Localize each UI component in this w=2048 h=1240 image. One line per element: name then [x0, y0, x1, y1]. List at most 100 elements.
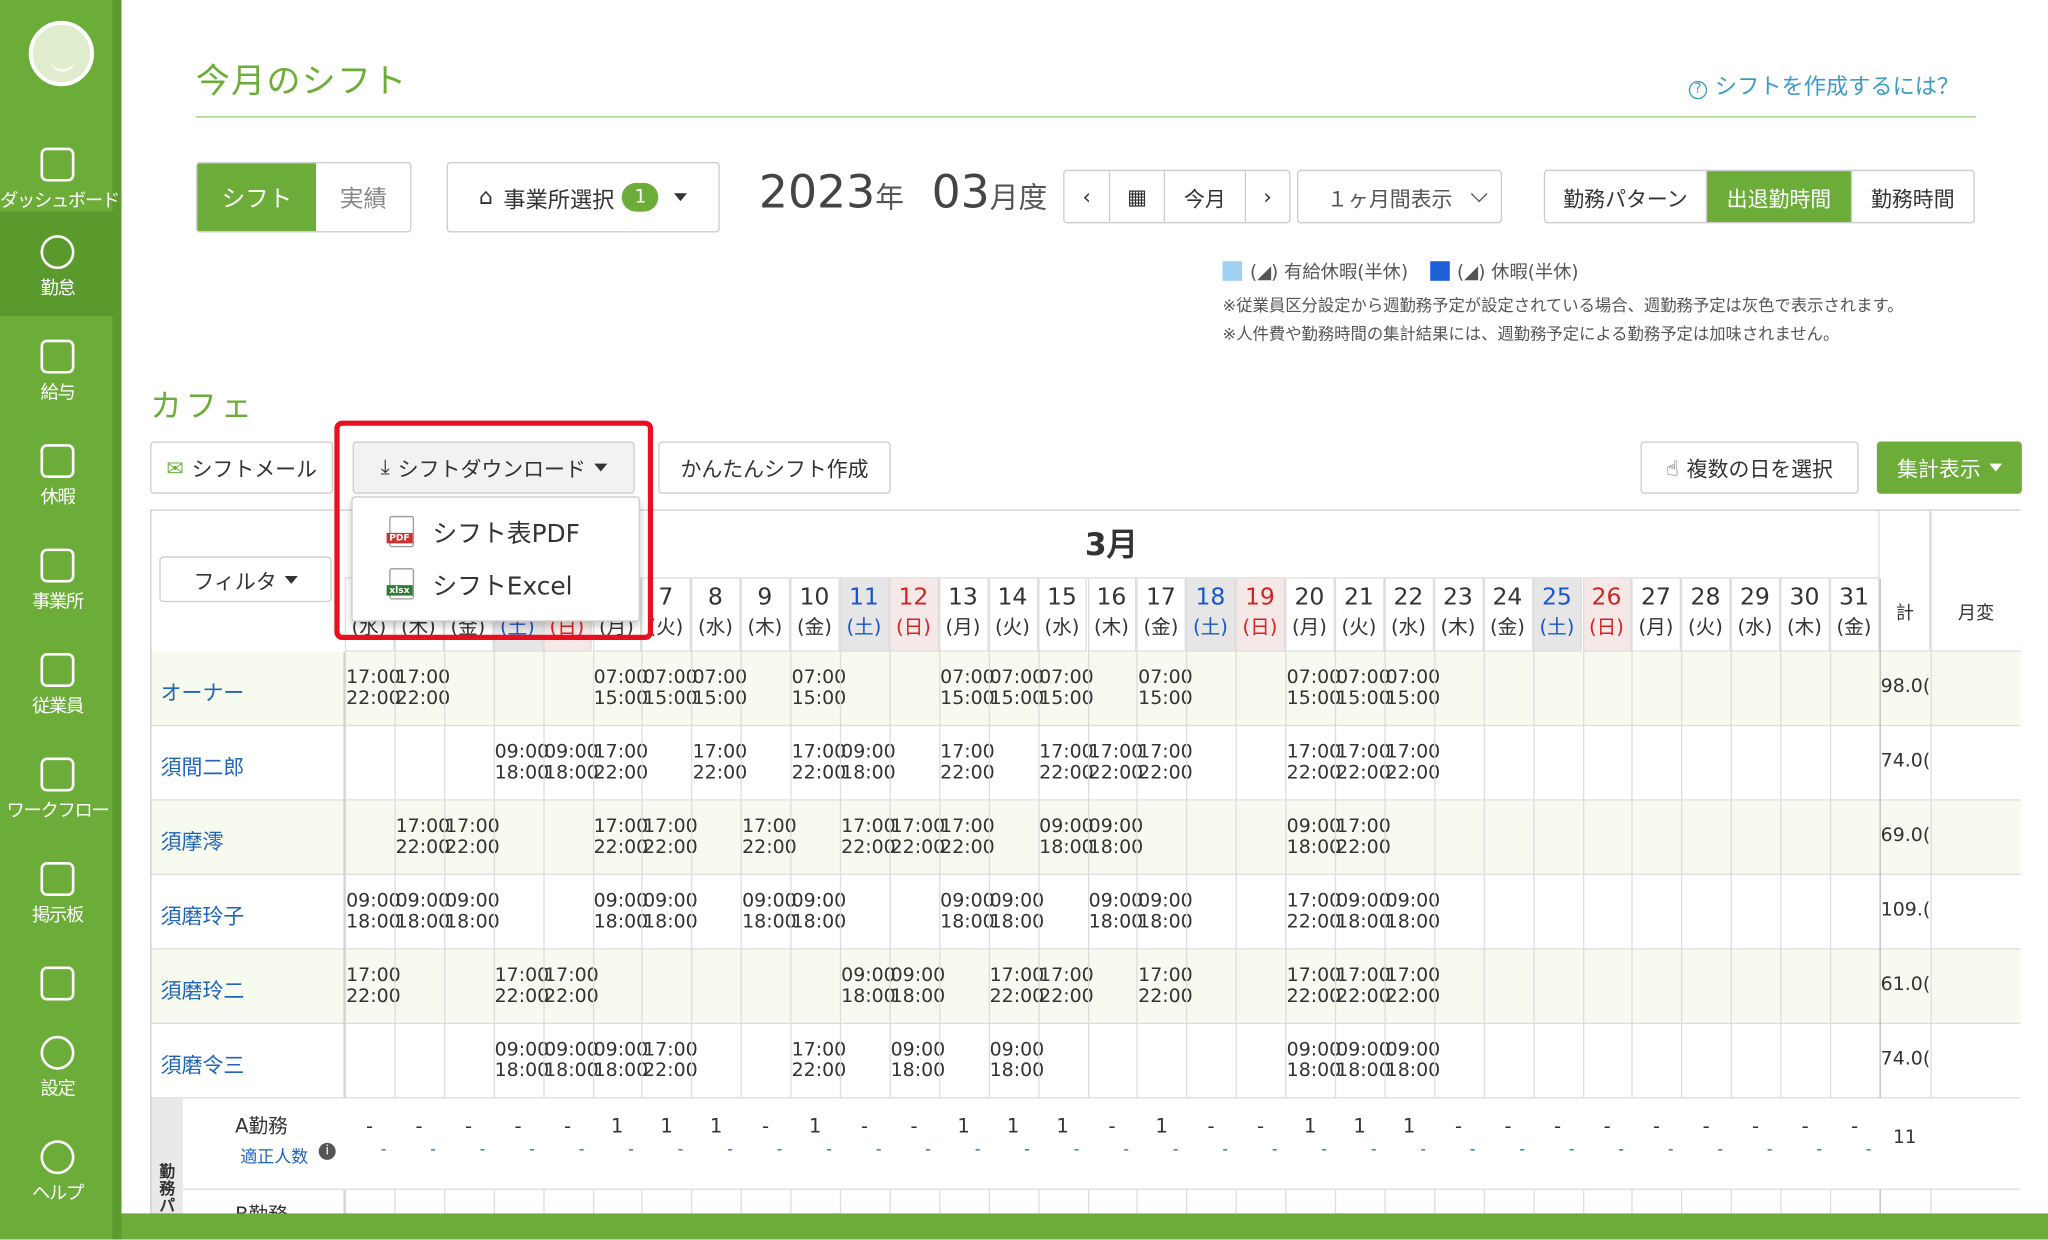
shift-cell[interactable]: 17:00 22:00 — [841, 816, 896, 858]
view-hours-button[interactable]: 勤務時間 — [1852, 171, 1973, 222]
shift-cell[interactable]: 17:00 22:00 — [445, 816, 500, 858]
shift-cell[interactable]: 17:00 22:00 — [396, 667, 451, 709]
tab-actual[interactable]: 実績 — [317, 163, 410, 231]
shift-cell[interactable]: 17:00 22:00 — [940, 816, 995, 858]
sidebar-item-7[interactable]: 掲示板 — [0, 839, 115, 943]
shift-cell[interactable]: 17:00 22:00 — [1386, 965, 1441, 1007]
shift-cell[interactable]: 17:00 22:00 — [643, 1040, 698, 1082]
shift-cell[interactable]: 09:00 18:00 — [1089, 891, 1144, 933]
employee-name-link[interactable]: 須磨令三 — [161, 1048, 245, 1079]
shift-cell[interactable]: 17:00 22:00 — [495, 965, 550, 1007]
shift-cell[interactable]: 09:00 18:00 — [1386, 1040, 1441, 1082]
shift-cell[interactable]: 07:00 15:00 — [940, 667, 995, 709]
office-select-button[interactable]: ⌂ 事業所選択 1 — [446, 161, 720, 233]
shift-cell[interactable]: 09:00 18:00 — [1138, 891, 1193, 933]
period-select[interactable]: １ヶ月間表示 — [1296, 169, 1503, 224]
user-avatar-icon[interactable] — [28, 20, 95, 87]
filter-button[interactable]: フィルタ — [159, 556, 332, 603]
shift-cell[interactable]: 09:00 18:00 — [1287, 816, 1342, 858]
shift-cell[interactable]: 09:00 18:00 — [1386, 891, 1441, 933]
shift-cell[interactable]: 17:00 22:00 — [693, 742, 748, 784]
sidebar-item-4[interactable]: 事業所 — [0, 525, 115, 629]
shift-cell[interactable]: 09:00 18:00 — [940, 891, 995, 933]
shift-cell[interactable]: 17:00 22:00 — [742, 816, 797, 858]
sidebar-item-10[interactable]: ヘルプ — [0, 1117, 115, 1221]
shift-cell[interactable]: 17:00 22:00 — [1138, 965, 1193, 1007]
next-month-button[interactable]: › — [1246, 171, 1289, 222]
employee-name-link[interactable]: 須磨玲二 — [161, 973, 245, 1004]
shift-cell[interactable]: 17:00 22:00 — [891, 816, 946, 858]
shift-cell[interactable]: 09:00 18:00 — [792, 891, 847, 933]
shift-cell[interactable]: 07:00 15:00 — [792, 667, 847, 709]
sidebar-item-6[interactable]: ワークフロー — [0, 734, 115, 838]
shift-cell[interactable]: 07:00 15:00 — [1287, 667, 1342, 709]
shift-cell[interactable]: 09:00 18:00 — [891, 965, 946, 1007]
sidebar-item-9[interactable]: 設定 — [0, 1012, 115, 1116]
shift-cell[interactable]: 09:00 18:00 — [346, 891, 401, 933]
shift-cell[interactable]: 09:00 18:00 — [544, 1040, 599, 1082]
shift-cell[interactable]: 17:00 22:00 — [1039, 965, 1094, 1007]
bottom-scrollbar[interactable] — [121, 1213, 2048, 1240]
shift-cell[interactable]: 09:00 18:00 — [594, 1040, 649, 1082]
shift-cell[interactable]: 09:00 18:00 — [445, 891, 500, 933]
shift-cell[interactable]: 17:00 22:00 — [1089, 742, 1144, 784]
shift-cell[interactable]: 17:00 22:00 — [1386, 742, 1441, 784]
shift-cell[interactable]: 07:00 15:00 — [1386, 667, 1441, 709]
tab-shift[interactable]: シフト — [197, 163, 317, 232]
shift-cell[interactable]: 17:00 22:00 — [594, 742, 649, 784]
employee-name-link[interactable]: オーナー — [161, 675, 245, 706]
shift-cell[interactable]: 17:00 22:00 — [792, 1040, 847, 1082]
shift-cell[interactable]: 09:00 18:00 — [1336, 1040, 1391, 1082]
shift-cell[interactable]: 17:00 22:00 — [594, 816, 649, 858]
shift-cell[interactable]: 17:00 22:00 — [1287, 891, 1342, 933]
view-pattern-button[interactable]: 勤務パターン — [1545, 171, 1708, 223]
shift-cell[interactable]: 09:00 18:00 — [495, 1040, 550, 1082]
shift-cell[interactable]: 17:00 22:00 — [544, 965, 599, 1007]
shift-cell[interactable]: 17:00 22:00 — [396, 816, 451, 858]
shift-cell[interactable]: 07:00 15:00 — [594, 667, 649, 709]
this-month-button[interactable]: 今月 — [1165, 171, 1247, 223]
shift-cell[interactable]: 17:00 22:00 — [346, 965, 401, 1007]
sidebar-item-5[interactable]: 従業員 — [0, 630, 115, 734]
shift-cell[interactable]: 07:00 15:00 — [1039, 667, 1094, 709]
shift-cell[interactable]: 17:00 22:00 — [346, 667, 401, 709]
shift-cell[interactable]: 17:00 22:00 — [1336, 742, 1391, 784]
shift-cell[interactable]: 09:00 18:00 — [891, 1040, 946, 1082]
employee-name-link[interactable]: 須摩澪 — [161, 824, 224, 855]
shift-cell[interactable]: 17:00 22:00 — [1336, 816, 1391, 858]
shift-cell[interactable]: 17:00 22:00 — [1336, 965, 1391, 1007]
shift-cell[interactable]: 09:00 18:00 — [990, 891, 1045, 933]
shift-cell[interactable]: 07:00 15:00 — [1138, 667, 1193, 709]
sidebar-item-1[interactable]: 勤怠 — [0, 211, 115, 317]
shift-cell[interactable]: 07:00 15:00 — [990, 667, 1045, 709]
shift-cell[interactable]: 09:00 18:00 — [1089, 816, 1144, 858]
shift-cell[interactable]: 07:00 15:00 — [643, 667, 698, 709]
sidebar-item-3[interactable]: 休暇 — [0, 421, 115, 525]
employee-name-link[interactable]: 須磨玲子 — [161, 899, 245, 930]
view-inout-button[interactable]: 出退勤時間 — [1707, 171, 1853, 223]
shift-cell[interactable]: 09:00 18:00 — [1287, 1040, 1342, 1082]
shift-cell[interactable]: 17:00 22:00 — [940, 742, 995, 784]
shift-cell[interactable]: 09:00 18:00 — [643, 891, 698, 933]
shift-cell[interactable]: 07:00 15:00 — [1336, 667, 1391, 709]
shift-cell[interactable]: 17:00 22:00 — [792, 742, 847, 784]
shift-cell[interactable]: 17:00 22:00 — [643, 816, 698, 858]
shift-cell[interactable]: 17:00 22:00 — [1287, 965, 1342, 1007]
shift-cell[interactable]: 09:00 18:00 — [396, 891, 451, 933]
shift-cell[interactable]: 09:00 18:00 — [990, 1040, 1045, 1082]
shift-cell[interactable]: 09:00 18:00 — [841, 742, 896, 784]
shift-cell[interactable]: 17:00 22:00 — [1287, 742, 1342, 784]
shift-cell[interactable]: 17:00 22:00 — [990, 965, 1045, 1007]
shift-cell[interactable]: 17:00 22:00 — [1039, 742, 1094, 784]
easy-shift-button[interactable]: かんたんシフト作成 — [658, 441, 891, 494]
prev-month-button[interactable]: ‹ — [1064, 171, 1111, 223]
shift-cell[interactable]: 09:00 18:00 — [544, 742, 599, 784]
shift-cell[interactable]: 09:00 18:00 — [742, 891, 797, 933]
shift-cell[interactable]: 09:00 18:00 — [495, 742, 550, 784]
shift-mail-button[interactable]: ✉ シフトメール — [150, 441, 334, 494]
shift-cell[interactable]: 09:00 18:00 — [841, 965, 896, 1007]
multi-day-select-button[interactable]: ☝ 複数の日を選択 — [1640, 441, 1859, 494]
shift-cell[interactable]: 07:00 15:00 — [693, 667, 748, 709]
shift-cell[interactable]: 17:00 22:00 — [1138, 742, 1193, 784]
help-link[interactable]: ? シフトを作成するには？ — [1688, 68, 1959, 101]
